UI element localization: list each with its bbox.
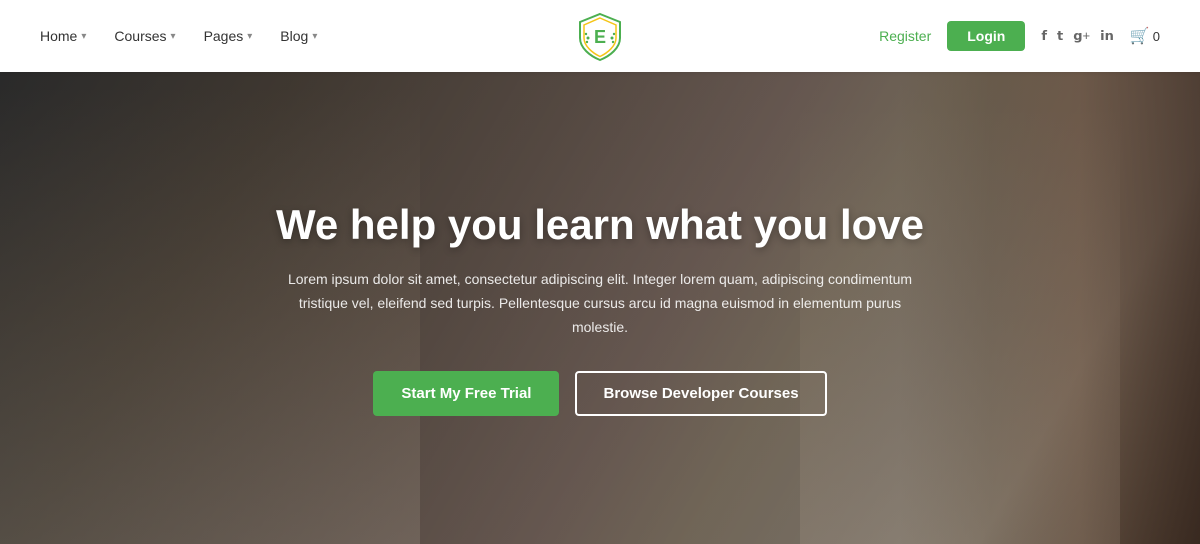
chevron-down-icon: ▾ — [312, 31, 317, 42]
nav-item-home[interactable]: Home ▾ — [40, 28, 86, 44]
browse-courses-button[interactable]: Browse Developer Courses — [575, 371, 826, 416]
chevron-down-icon: ▾ — [247, 31, 252, 42]
hero-title: We help you learn what you love — [276, 200, 924, 250]
cart-count: 0 — [1153, 29, 1160, 44]
hero-section: We help you learn what you love Lorem ip… — [0, 72, 1200, 544]
chevron-down-icon: ▾ — [171, 31, 176, 42]
linkedin-icon[interactable]: 𝗶𝗻 — [1100, 28, 1114, 44]
nav-item-courses[interactable]: Courses ▾ — [114, 28, 175, 44]
nav-right: Register Login 𝗳 𝘁 𝗴+ 𝗶𝗻 🛒 0 — [879, 21, 1160, 51]
nav-item-pages[interactable]: Pages ▾ — [204, 28, 253, 44]
cart-icon: 🛒 — [1130, 26, 1150, 46]
facebook-icon[interactable]: 𝗳 — [1041, 28, 1047, 44]
social-links: 𝗳 𝘁 𝗴+ 𝗶𝗻 — [1041, 28, 1114, 44]
nav-item-blog[interactable]: Blog ▾ — [280, 28, 317, 44]
svg-text:E: E — [594, 27, 606, 47]
cart-button[interactable]: 🛒 0 — [1130, 26, 1160, 46]
chevron-down-icon: ▾ — [81, 31, 86, 42]
logo[interactable]: E — [574, 10, 626, 62]
hero-content: We help you learn what you love Lorem ip… — [256, 200, 944, 417]
hero-subtitle: Lorem ipsum dolor sit amet, consectetur … — [280, 268, 920, 339]
navbar: Home ▾ Courses ▾ Pages ▾ Blog ▾ E — [0, 0, 1200, 72]
start-trial-button[interactable]: Start My Free Trial — [373, 371, 559, 416]
hero-buttons: Start My Free Trial Browse Developer Cou… — [276, 371, 924, 416]
nav-left: Home ▾ Courses ▾ Pages ▾ Blog ▾ — [40, 28, 317, 44]
logo-icon: E — [574, 10, 626, 62]
register-link[interactable]: Register — [879, 28, 931, 44]
login-button[interactable]: Login — [947, 21, 1025, 51]
twitter-icon[interactable]: 𝘁 — [1057, 28, 1063, 44]
googleplus-icon[interactable]: 𝗴+ — [1073, 28, 1090, 44]
